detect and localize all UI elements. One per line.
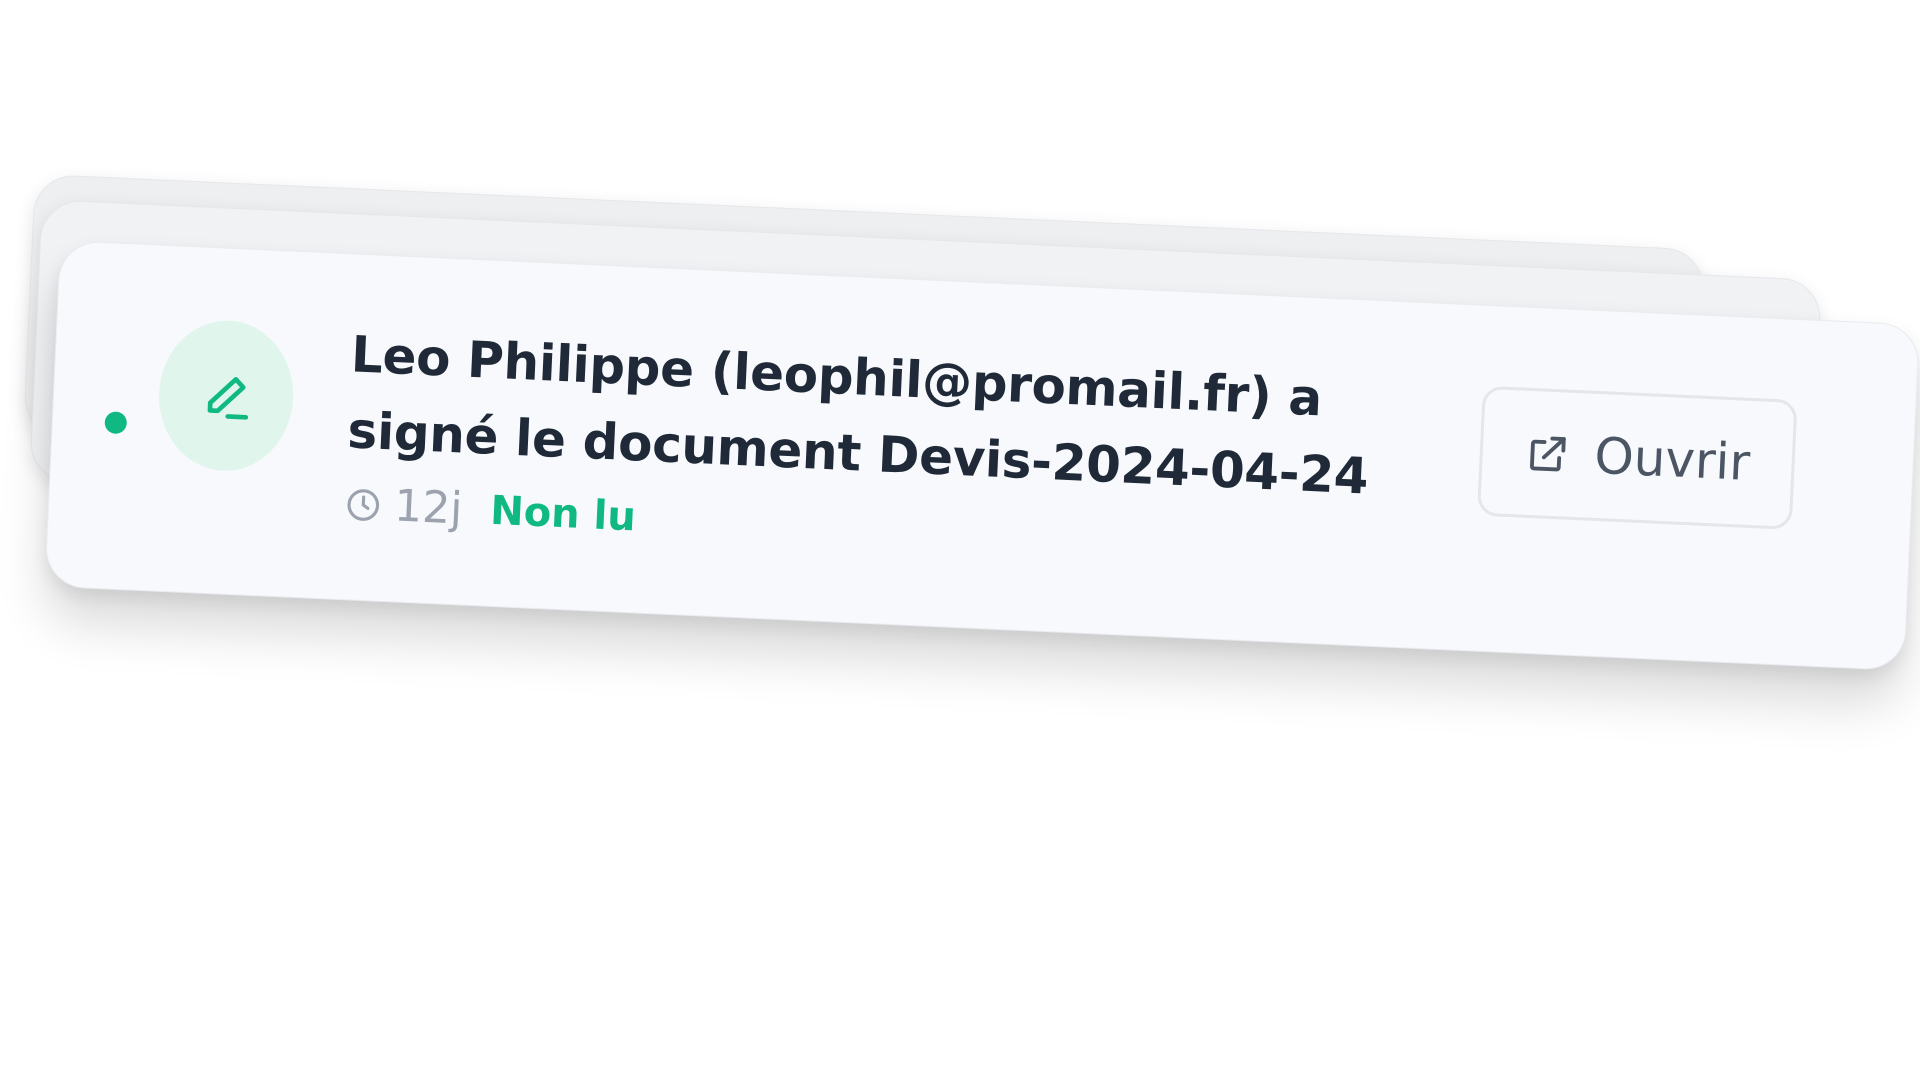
open-button[interactable]: Ouvrir: [1476, 385, 1798, 530]
notification-status: Non lu: [489, 487, 637, 540]
unread-indicator-dot: [104, 411, 128, 435]
clock-icon: [347, 488, 380, 521]
notification-stack: Leo Philippe (leophil@promail.fr) a sign…: [23, 173, 1920, 783]
notification-content: Leo Philippe (leophil@promail.fr) a sign…: [343, 316, 1481, 580]
notification-avatar: [155, 317, 297, 474]
external-link-icon: [1529, 436, 1566, 472]
pen-line-icon: [207, 377, 249, 420]
open-button-label: Ouvrir: [1593, 426, 1752, 492]
notification-scene: Leo Philippe (leophil@promail.fr) a sign…: [0, 0, 1920, 1080]
notification-time-label: 12j: [393, 480, 464, 535]
notification-time: 12j: [343, 478, 464, 535]
